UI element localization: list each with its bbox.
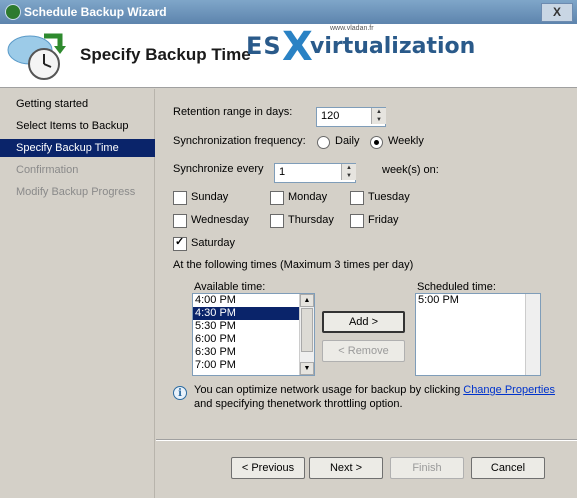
sync-every-spinner[interactable]: 1 ▲ ▼ [274,163,356,183]
times-label: At the following times (Maximum 3 times … [173,259,414,271]
radio-weekly[interactable] [370,136,383,149]
radio-weekly-label[interactable]: Weekly [388,135,424,147]
wizard-footer: < Previous Next > Finish Cancel [156,441,577,498]
available-time-item[interactable]: 4:00 PM [193,294,314,307]
scheduled-time-label: Scheduled time: [417,281,496,293]
checkbox-saturday[interactable]: ✓ [173,236,187,251]
page-title: Specify Backup Time [80,45,251,64]
info-icon: i [173,386,187,400]
checkmark-icon: ✓ [175,236,185,248]
nav-step-specify-backup-time[interactable]: Specify Backup Time [0,139,155,157]
nav-step-select-items[interactable]: Select Items to Backup [0,117,155,135]
available-list-scrollbar[interactable]: ▲ ▼ [299,294,314,375]
logo-url: www.vladan.fr [330,25,374,32]
checkbox-thursday-label[interactable]: Thursday [288,214,334,226]
scheduled-time-list[interactable]: 5:00 PM [415,293,541,376]
spin-down-icon[interactable]: ▼ [371,116,386,124]
checkbox-monday-label[interactable]: Monday [288,191,327,203]
finish-button[interactable]: Finish [390,457,464,479]
checkbox-friday[interactable] [350,214,364,228]
remove-button[interactable]: < Remove [322,340,405,362]
retention-label: Retention range in days: [173,106,293,118]
available-time-label: Available time: [194,281,266,293]
checkbox-friday-label[interactable]: Friday [368,214,399,226]
retention-value: 120 [321,110,340,122]
wizard-header: Specify Backup Time ES X www.vladan.fr v… [0,24,577,88]
cancel-button[interactable]: Cancel [471,457,545,479]
scheduled-time-item[interactable]: 5:00 PM [416,294,540,307]
sync-every-label: Synchronize every [173,163,264,175]
checkbox-thursday[interactable] [270,214,284,228]
checkbox-tuesday-label[interactable]: Tuesday [368,191,410,203]
nav-step-confirmation: Confirmation [16,164,79,176]
checkbox-monday[interactable] [270,191,284,205]
nav-step-modify-progress: Modify Backup Progress [16,186,136,198]
esx-virtualization-logo: ES X www.vladan.fr virtualization [246,24,475,74]
info-text: You can optimize network usage for backu… [194,383,564,411]
scroll-up-icon[interactable]: ▲ [300,294,314,307]
logo-x: X [282,24,313,70]
logo-es: ES [246,32,282,60]
previous-button[interactable]: < Previous [231,457,305,479]
available-time-item[interactable]: 7:00 PM [193,359,314,372]
weeks-on-label: week(s) on: [382,164,439,176]
checkbox-wednesday[interactable] [173,214,187,228]
backup-clock-icon [7,33,66,80]
nav-step-getting-started[interactable]: Getting started [0,95,155,113]
scroll-down-icon[interactable]: ▼ [300,362,314,375]
checkbox-sunday[interactable] [173,191,187,205]
window-title: Schedule Backup Wizard [24,5,167,19]
sync-every-value: 1 [279,166,286,178]
scheduled-list-scrollbar[interactable] [525,294,540,375]
spin-down-icon[interactable]: ▼ [341,172,356,180]
add-button[interactable]: Add > [322,311,405,333]
checkbox-wednesday-label[interactable]: Wednesday [191,214,249,226]
checkbox-sunday-label[interactable]: Sunday [191,191,228,203]
available-time-list[interactable]: 4:00 PM 4:30 PM 5:30 PM 6:00 PM 6:30 PM … [192,293,315,376]
change-properties-link[interactable]: Change Properties [463,384,555,396]
sync-frequency-label: Synchronization frequency: [173,135,306,147]
wizard-steps-nav: Getting started Select Items to Backup S… [0,89,155,498]
radio-daily[interactable] [317,136,330,149]
available-time-item[interactable]: 6:30 PM [193,346,314,359]
retention-spinner[interactable]: 120 ▲ ▼ [316,107,386,127]
radio-selected-dot [374,140,379,145]
available-time-item[interactable]: 6:00 PM [193,333,314,346]
info-text-after: and specifying thenetwork throttling opt… [194,398,403,410]
radio-daily-label[interactable]: Daily [335,135,359,147]
scroll-thumb[interactable] [301,308,313,352]
checkbox-tuesday[interactable] [350,191,364,205]
checkbox-saturday-label[interactable]: Saturday [191,237,235,249]
next-button[interactable]: Next > [309,457,383,479]
available-time-item[interactable]: 5:30 PM [193,320,314,333]
logo-text: virtualization [310,34,476,59]
close-button[interactable]: X [541,3,573,22]
main-pane: Retention range in days: 120 ▲ ▼ Synchron… [156,89,577,498]
title-bar: Schedule Backup Wizard X [0,0,577,24]
available-time-item-selected[interactable]: 4:30 PM [193,307,314,320]
app-icon [5,4,21,20]
info-text-before: You can optimize network usage for backu… [194,384,464,396]
